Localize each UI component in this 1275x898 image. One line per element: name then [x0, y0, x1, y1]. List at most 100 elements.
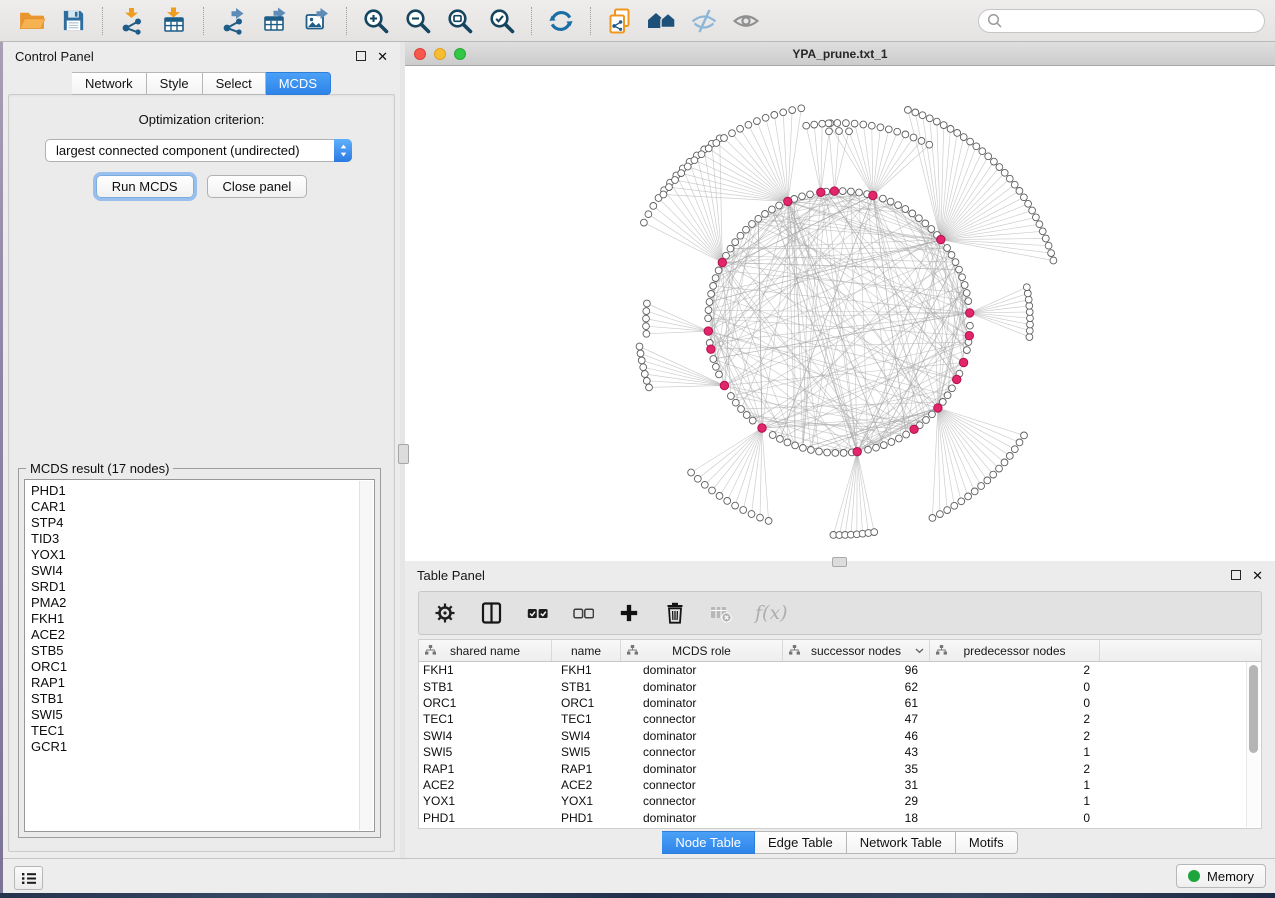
table-cell: 0: [930, 680, 1100, 694]
show-columns-icon[interactable]: [479, 601, 503, 625]
table-scrollbar[interactable]: [1246, 662, 1260, 827]
node-table: shared namenameMCDS rolesuccessor nodesp…: [418, 639, 1262, 829]
table-row[interactable]: SWI4SWI4dominator462: [419, 728, 1261, 744]
table-row[interactable]: RAP1RAP1dominator352: [419, 760, 1261, 776]
deselect-all-icon[interactable]: [571, 601, 595, 625]
column-header-shared-name[interactable]: shared name: [419, 640, 552, 661]
memory-button[interactable]: Memory: [1176, 864, 1266, 888]
optimization-criterion-label: Optimization criterion:: [9, 112, 394, 127]
table-scrollbar-thumb[interactable]: [1249, 665, 1258, 753]
search-input[interactable]: [1002, 12, 1256, 29]
import-network-icon[interactable]: [116, 5, 148, 37]
table-settings-gear-icon[interactable]: [433, 601, 457, 625]
mcds-result-node[interactable]: TID3: [31, 531, 374, 547]
zoom-fit-icon[interactable]: [444, 5, 476, 37]
open-file-icon[interactable]: [15, 5, 47, 37]
run-mcds-button[interactable]: Run MCDS: [96, 175, 194, 198]
mcds-result-node[interactable]: PMA2: [31, 595, 374, 611]
select-all-icon[interactable]: [525, 601, 549, 625]
export-image-icon[interactable]: [301, 5, 333, 37]
save-session-icon[interactable]: [57, 5, 89, 37]
optimization-criterion-select[interactable]: largest connected component (undirected): [45, 139, 352, 162]
table-cell: TEC1: [552, 712, 621, 726]
zoom-in-icon[interactable]: [360, 5, 392, 37]
show-panels-button[interactable]: [14, 866, 43, 890]
import-table-icon[interactable]: [158, 5, 190, 37]
network-graph: [405, 66, 1275, 561]
mcds-result-node[interactable]: GCR1: [31, 739, 374, 755]
table-row[interactable]: PHD1PHD1dominator180: [419, 810, 1261, 826]
control-panel-tab[interactable]: Network: [72, 72, 147, 95]
mcds-result-node[interactable]: YOX1: [31, 547, 374, 563]
control-panel-tab[interactable]: Style: [147, 72, 203, 95]
mcds-result-node[interactable]: SWI4: [31, 563, 374, 579]
mcds-result-node[interactable]: CAR1: [31, 499, 374, 515]
zoom-out-icon[interactable]: [402, 5, 434, 37]
window-maximize-icon[interactable]: [454, 48, 466, 60]
table-row[interactable]: YOX1YOX1connector291: [419, 793, 1261, 809]
mcds-result-node[interactable]: ORC1: [31, 659, 374, 675]
table-row[interactable]: SWI5SWI5connector431: [419, 744, 1261, 760]
refresh-icon[interactable]: [545, 5, 577, 37]
table-panel-tab[interactable]: Edge Table: [755, 831, 847, 854]
toolbar-separator: [102, 7, 103, 35]
network-titlebar[interactable]: YPA_prune.txt_1: [405, 42, 1275, 66]
table-row[interactable]: STB1STB1dominator620: [419, 678, 1261, 694]
table-panel-tab[interactable]: Network Table: [847, 831, 956, 854]
result-list-scrollbar[interactable]: [359, 481, 373, 830]
mcds-result-node[interactable]: SWI5: [31, 707, 374, 723]
mcds-result-node[interactable]: STB5: [31, 643, 374, 659]
column-header-predecessor-nodes[interactable]: predecessor nodes: [930, 640, 1100, 661]
close-panel-button[interactable]: Close panel: [207, 175, 308, 198]
zoom-selected-icon[interactable]: [486, 5, 518, 37]
network-title: YPA_prune.txt_1: [792, 47, 887, 61]
search-field[interactable]: [978, 9, 1265, 33]
horizontal-splitter-grip[interactable]: [832, 557, 847, 567]
show-all-icon[interactable]: [730, 5, 762, 37]
float-table-panel-icon[interactable]: [1231, 570, 1241, 580]
table-cell: ACE2: [552, 778, 621, 792]
column-header-successor-nodes[interactable]: successor nodes: [783, 640, 930, 661]
table-row[interactable]: ACE2ACE2connector311: [419, 777, 1261, 793]
control-panel-tab[interactable]: Select: [203, 72, 266, 95]
status-bar: Memory: [0, 858, 1275, 893]
table-cell: YOX1: [552, 794, 621, 808]
mcds-result-node[interactable]: STB1: [31, 691, 374, 707]
column-header-name[interactable]: name: [552, 640, 621, 661]
table-cell: FKH1: [552, 663, 621, 677]
close-table-panel-icon[interactable]: ✕: [1252, 569, 1263, 582]
window-close-icon[interactable]: [414, 48, 426, 60]
table-row[interactable]: TEC1TEC1connector472: [419, 711, 1261, 727]
vertical-splitter-grip[interactable]: [398, 444, 409, 464]
first-neighbors-icon[interactable]: [646, 5, 678, 37]
network-canvas[interactable]: [405, 66, 1275, 561]
mcds-result-list[interactable]: PHD1CAR1STP4TID3YOX1SWI4SRD1PMA2FKH1ACE2…: [24, 479, 375, 832]
delete-column-trash-icon[interactable]: [663, 601, 687, 625]
column-header-MCDS-role[interactable]: MCDS role: [621, 640, 783, 661]
mcds-tab-content: Optimization criterion: largest connecte…: [8, 94, 395, 852]
table-panel-tab[interactable]: Node Table: [662, 831, 755, 854]
float-panel-icon[interactable]: [356, 51, 366, 61]
mcds-result-node[interactable]: PHD1: [31, 483, 374, 499]
mcds-result-node[interactable]: FKH1: [31, 611, 374, 627]
add-column-icon[interactable]: [617, 601, 641, 625]
table-row[interactable]: FKH1FKH1dominator962: [419, 662, 1261, 678]
mcds-result-node[interactable]: RAP1: [31, 675, 374, 691]
export-table-icon[interactable]: [259, 5, 291, 37]
select-stepper-icon: [334, 139, 352, 162]
mcds-result-node[interactable]: STP4: [31, 515, 374, 531]
clone-network-icon[interactable]: [604, 5, 636, 37]
control-panel-title: Control Panel: [15, 49, 94, 64]
window-minimize-icon[interactable]: [434, 48, 446, 60]
close-panel-icon[interactable]: ✕: [377, 50, 388, 63]
table-panel-tab[interactable]: Motifs: [956, 831, 1018, 854]
mcds-result-node[interactable]: ACE2: [31, 627, 374, 643]
table-cell: ORC1: [419, 696, 552, 710]
table-row[interactable]: ORC1ORC1dominator610: [419, 695, 1261, 711]
control-panel-tab[interactable]: MCDS: [266, 72, 331, 95]
table-cell: dominator: [621, 729, 783, 743]
export-network-icon[interactable]: [217, 5, 249, 37]
mcds-result-node[interactable]: SRD1: [31, 579, 374, 595]
hide-selected-icon[interactable]: [688, 5, 720, 37]
mcds-result-node[interactable]: TEC1: [31, 723, 374, 739]
